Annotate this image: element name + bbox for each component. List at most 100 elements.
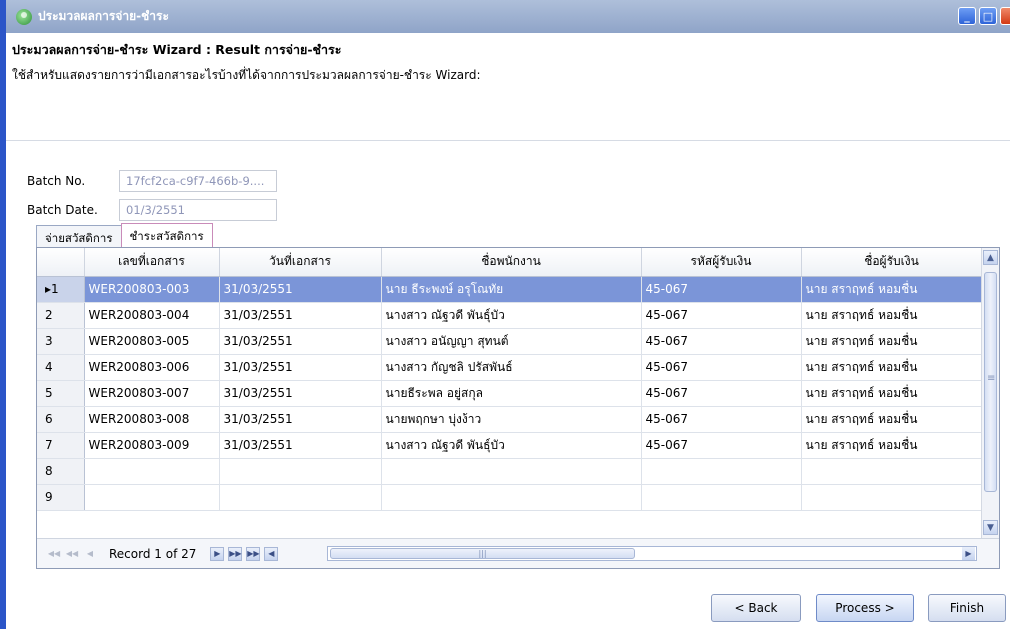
- cell-employee[interactable]: นางสาว ณัฐวดี พันธุ์บัว: [381, 432, 642, 459]
- row-number: 7: [37, 432, 85, 459]
- first-record-icon[interactable]: ◀◀: [47, 547, 61, 561]
- batch-date-field[interactable]: 01/3/2551: [119, 199, 277, 221]
- cell-payee-code[interactable]: 45-067: [641, 354, 802, 381]
- cell-payee-code[interactable]: 45-067: [641, 432, 802, 459]
- cell-payee[interactable]: [801, 484, 983, 511]
- result-grid: เลขที่เอกสาร วันที่เอกสาร ชื่อพนักงาน รห…: [36, 247, 1000, 569]
- cell-payee[interactable]: นาย สราฤทธ์ หอมชื่น: [801, 328, 983, 355]
- cell-doc-no[interactable]: [84, 484, 220, 511]
- cell-doc-no[interactable]: WER200803-004: [84, 302, 220, 329]
- cell-doc-no[interactable]: WER200803-009: [84, 432, 220, 459]
- cell-employee[interactable]: นางสาว อนัญญา สุทนต์: [381, 328, 642, 355]
- cell-doc-date[interactable]: [219, 458, 382, 485]
- batch-no-label: Batch No.: [27, 174, 86, 188]
- cell-payee-code[interactable]: 45-067: [641, 276, 802, 303]
- horizontal-scrollbar[interactable]: ||| ▶: [327, 546, 977, 561]
- minimize-button[interactable]: _: [958, 7, 976, 25]
- column-header-doc-no[interactable]: เลขที่เอกสาร: [84, 248, 220, 277]
- batch-no-field[interactable]: 17fcf2ca-c9f7-466b-9....: [119, 170, 277, 192]
- back-button[interactable]: < Back: [711, 594, 801, 622]
- cell-doc-no[interactable]: WER200803-008: [84, 406, 220, 433]
- wizard-window: ประมวลผลการจ่าย-ชำระ _ □ ประมวลผลการจ่าย…: [0, 0, 1010, 629]
- cell-doc-date[interactable]: 31/03/2551: [219, 432, 382, 459]
- close-button[interactable]: [1000, 7, 1010, 25]
- cell-payee-code[interactable]: 45-067: [641, 302, 802, 329]
- cell-payee[interactable]: นาย สราฤทธ์ หอมชื่น: [801, 354, 983, 381]
- cell-employee[interactable]: นายพฤกษา บุ่งง้าว: [381, 406, 642, 433]
- cell-doc-no[interactable]: WER200803-007: [84, 380, 220, 407]
- record-counter: Record 1 of 27: [109, 546, 197, 561]
- cell-doc-date[interactable]: 31/03/2551: [219, 406, 382, 433]
- process-button[interactable]: Process >: [816, 594, 914, 622]
- cell-employee[interactable]: นางสาว ณัฐวดี พันธุ์บัว: [381, 302, 642, 329]
- scroll-down-icon[interactable]: ▼: [983, 520, 998, 535]
- finish-button[interactable]: Finish: [928, 594, 1006, 622]
- table-row[interactable]: 7 WER200803-009 31/03/2551 นางสาว ณัฐวดี…: [37, 432, 983, 459]
- window-controls: _ □: [958, 7, 1010, 25]
- scroll-right-icon[interactable]: ▶: [962, 547, 975, 560]
- next-page-icon[interactable]: ▶▶: [228, 546, 243, 561]
- cell-payee-code[interactable]: 45-067: [641, 328, 802, 355]
- cell-payee-code[interactable]: 45-067: [641, 380, 802, 407]
- table-row[interactable]: 8: [37, 458, 983, 485]
- tab-settle-welfare[interactable]: ชำระสวัสดิการ: [120, 223, 213, 247]
- cell-doc-no[interactable]: WER200803-003: [84, 276, 220, 303]
- page-description: ใช้สำหรับแสดงรายการว่ามีเอกสารอะไรบ้างที…: [12, 68, 481, 82]
- cell-doc-date[interactable]: 31/03/2551: [219, 328, 382, 355]
- table-row[interactable]: 4 WER200803-006 31/03/2551 นางสาว กัญชลิ…: [37, 354, 983, 381]
- record-navigator: ◀◀ ◀◀ ◀ Record 1 of 27 ▶ ▶▶ ▶▶ ◀ ||| ▶: [37, 538, 999, 568]
- cell-employee[interactable]: [381, 484, 642, 511]
- next-record-icon[interactable]: ▶: [210, 546, 225, 561]
- last-record-icon[interactable]: ▶▶: [246, 546, 261, 561]
- column-header-payee[interactable]: ชื่อผู้รับเงิน: [801, 248, 983, 277]
- table-row[interactable]: ▸1 WER200803-003 31/03/2551 นาย ธีระพงษ์…: [37, 276, 983, 303]
- cell-doc-date[interactable]: [219, 484, 382, 511]
- prev-page-icon[interactable]: ◀◀: [65, 547, 79, 561]
- vertical-scrollbar[interactable]: ▲ ▼: [981, 248, 999, 538]
- cell-doc-no[interactable]: WER200803-005: [84, 328, 220, 355]
- table-row[interactable]: 6 WER200803-008 31/03/2551 นายพฤกษา บุ่ง…: [37, 406, 983, 433]
- cell-payee[interactable]: นาย สราฤทธ์ หอมชื่น: [801, 276, 983, 303]
- cell-employee[interactable]: นาย ธีระพงษ์ อรุโณทัย: [381, 276, 642, 303]
- cell-doc-no[interactable]: [84, 458, 220, 485]
- table-row[interactable]: 9: [37, 484, 983, 511]
- cell-payee[interactable]: นาย สราฤทธ์ หอมชื่น: [801, 302, 983, 329]
- header-divider: [6, 140, 1010, 141]
- scroll-up-icon[interactable]: ▲: [983, 250, 998, 265]
- tab-strip: จ่ายสวัสดิการ ชำระสวัสดิการ: [36, 223, 213, 247]
- column-header-doc-date[interactable]: วันที่เอกสาร: [219, 248, 382, 277]
- maximize-button[interactable]: □: [979, 7, 997, 25]
- row-number: 2: [37, 302, 85, 329]
- prev-record-icon[interactable]: ◀: [83, 547, 97, 561]
- row-number: 8: [37, 458, 85, 485]
- cell-employee[interactable]: นางสาว กัญชลิ ปรัสพันธ์: [381, 354, 642, 381]
- cell-payee[interactable]: [801, 458, 983, 485]
- row-number: 5: [37, 380, 85, 407]
- title-bar[interactable]: ประมวลผลการจ่าย-ชำระ _ □: [6, 0, 1010, 33]
- cell-payee-code[interactable]: 45-067: [641, 406, 802, 433]
- vertical-scroll-thumb[interactable]: [984, 272, 997, 492]
- table-row[interactable]: 5 WER200803-007 31/03/2551 นายธีระพล อยู…: [37, 380, 983, 407]
- table-row[interactable]: 3 WER200803-005 31/03/2551 นางสาว อนัญญา…: [37, 328, 983, 355]
- cell-payee[interactable]: นาย สราฤทธ์ หอมชื่น: [801, 406, 983, 433]
- cell-doc-date[interactable]: 31/03/2551: [219, 276, 382, 303]
- cell-payee-code[interactable]: [641, 484, 802, 511]
- cell-doc-date[interactable]: 31/03/2551: [219, 380, 382, 407]
- horizontal-scroll-thumb[interactable]: |||: [330, 548, 635, 559]
- tab-pay-welfare[interactable]: จ่ายสวัสดิการ: [36, 225, 122, 247]
- column-header-payee-code[interactable]: รหัสผู้รับเงิน: [641, 248, 802, 277]
- cell-employee[interactable]: [381, 458, 642, 485]
- column-header-employee[interactable]: ชื่อพนักงาน: [381, 248, 642, 277]
- cell-doc-date[interactable]: 31/03/2551: [219, 354, 382, 381]
- row-number: ▸1: [37, 276, 85, 303]
- cell-doc-date[interactable]: 31/03/2551: [219, 302, 382, 329]
- column-header-rownum: [37, 248, 85, 277]
- cell-employee[interactable]: นายธีระพล อยู่สกุล: [381, 380, 642, 407]
- cell-payee[interactable]: นาย สราฤทธ์ หอมชื่น: [801, 380, 983, 407]
- cell-doc-no[interactable]: WER200803-006: [84, 354, 220, 381]
- cell-payee[interactable]: นาย สราฤทธ์ หอมชื่น: [801, 432, 983, 459]
- cell-payee-code[interactable]: [641, 458, 802, 485]
- scroll-left-icon[interactable]: ◀: [264, 546, 279, 561]
- page-title: ประมวลผลการจ่าย-ชำระ Wizard : Result การ…: [12, 42, 342, 57]
- table-row[interactable]: 2 WER200803-004 31/03/2551 นางสาว ณัฐวดี…: [37, 302, 983, 329]
